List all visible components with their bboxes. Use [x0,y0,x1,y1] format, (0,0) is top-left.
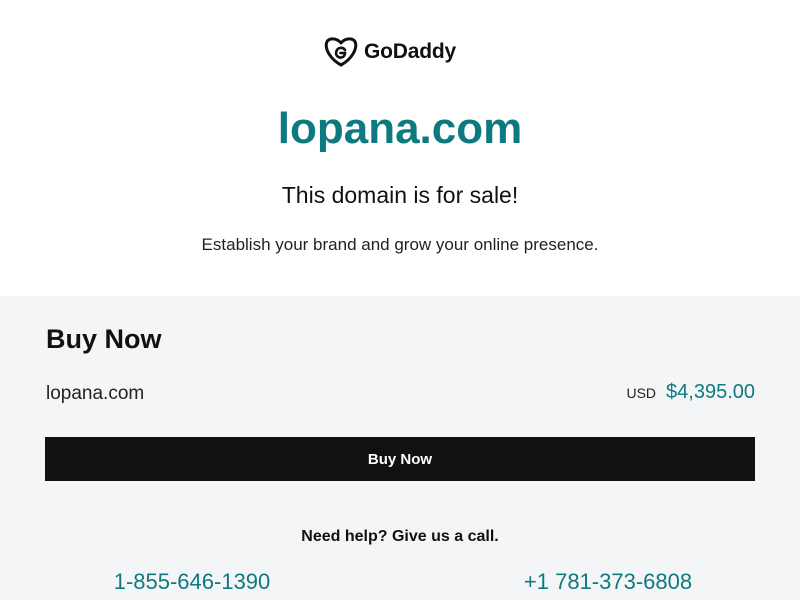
brand-name: GoDaddy [364,40,456,63]
domain-title: lopana.com [277,104,523,153]
godaddy-logo[interactable]: GoDaddy [324,36,456,68]
help-text: Need help? Give us a call. [301,528,499,545]
tagline: Establish your brand and grow your onlin… [201,235,599,254]
purchase-section: Buy Now lopana.com USD $4,395.00 Buy Now… [0,296,800,600]
buy-now-heading: Buy Now [46,324,162,354]
price-value: $4,395.00 [666,381,755,403]
hero-section: GoDaddy lopana.com This domain is for sa… [0,0,800,296]
godaddy-logo-icon [324,37,358,67]
price-display: USD $4,395.00 [626,381,755,404]
buy-now-button[interactable]: Buy Now [45,437,755,481]
purchase-domain-name: lopana.com [46,383,145,404]
phone-link-us[interactable]: 1-855-646-1390 [0,568,384,596]
phone-link-intl[interactable]: +1 781-373-6808 [416,568,800,596]
currency-label: USD [626,385,657,401]
for-sale-headline: This domain is for sale! [281,182,519,208]
